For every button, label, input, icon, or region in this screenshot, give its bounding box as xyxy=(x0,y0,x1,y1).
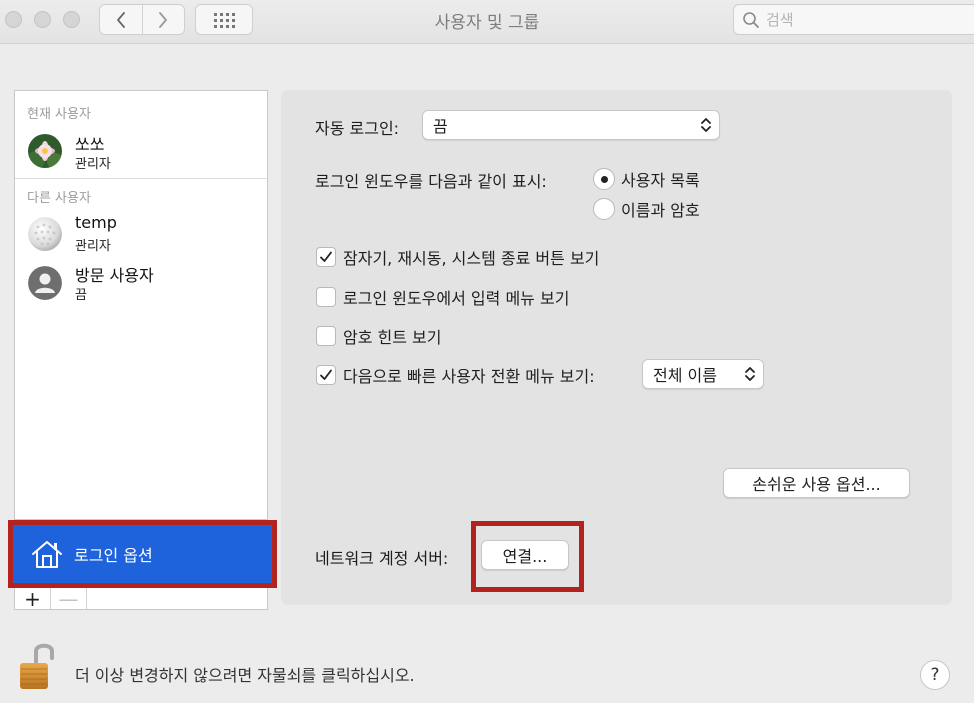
fast-switch-popup[interactable]: 전체 이름 xyxy=(642,359,764,389)
search-icon xyxy=(743,11,759,28)
user-row-guest[interactable]: 방문 사용자 끔 xyxy=(15,261,267,307)
grid-icon xyxy=(214,12,235,28)
checkbox-row-fast-user-switching[interactable]: 다음으로 빠른 사용자 전환 메뉴 보기: xyxy=(316,363,595,387)
up-down-chevron-icon xyxy=(701,118,711,132)
checkbox-label: 잠자기, 재시동, 시스템 종료 버튼 보기 xyxy=(343,249,600,268)
checkbox[interactable] xyxy=(316,287,336,307)
person-silhouette-avatar xyxy=(28,266,62,300)
auto-login-popup[interactable]: 끔 xyxy=(422,110,720,140)
user-role: 끔 xyxy=(75,288,87,303)
radio-button[interactable] xyxy=(593,168,615,190)
radio-label: 이름과 암호 xyxy=(621,201,700,220)
fast-switch-value: 전체 이름 xyxy=(653,366,717,385)
lock-message: 더 이상 변경하지 않으려면 자물쇠를 클릭하십시오. xyxy=(75,666,415,685)
checkbox[interactable] xyxy=(316,247,336,267)
sidebar-toolbar: + — xyxy=(14,588,268,610)
checkbox-row-password-hints[interactable]: 암호 힌트 보기 xyxy=(316,324,442,348)
navigation-buttons xyxy=(99,4,185,35)
current-users-heading: 현재 사용자 xyxy=(27,107,91,122)
radio-label: 사용자 목록 xyxy=(621,171,700,190)
lotus-flower-avatar xyxy=(28,134,62,168)
radio-user-list[interactable]: 사용자 목록 xyxy=(593,167,700,191)
connect-button-highlight xyxy=(471,521,584,592)
accessibility-options-button[interactable]: 손쉬운 사용 옵션... xyxy=(723,468,910,498)
checkbox-row-power-buttons[interactable]: 잠자기, 재시동, 시스템 종료 버튼 보기 xyxy=(316,245,599,269)
close-window-button[interactable] xyxy=(5,11,22,28)
user-role: 관리자 xyxy=(75,157,111,172)
chevron-right-icon xyxy=(159,11,168,28)
checkmark-icon xyxy=(320,251,332,262)
checkbox-label: 로그인 윈도우에서 입력 메뉴 보기 xyxy=(343,289,570,308)
login-options-label: 로그인 옵션 xyxy=(74,546,153,565)
forward-button[interactable] xyxy=(141,5,184,34)
user-role: 관리자 xyxy=(75,239,111,254)
radio-name-password[interactable]: 이름과 암호 xyxy=(593,197,700,221)
checkbox-label: 암호 힌트 보기 xyxy=(343,328,442,347)
login-options-highlight: 로그인 옵션 xyxy=(8,520,277,588)
remove-user-button[interactable]: — xyxy=(51,588,87,609)
help-button[interactable]: ? xyxy=(920,660,950,690)
login-options-item[interactable]: 로그인 옵션 xyxy=(13,525,272,583)
login-options-panel: 자동 로그인: 끔 로그인 윈도우를 다음과 같이 표시: 사용자 목록 이름과… xyxy=(281,90,952,605)
back-button[interactable] xyxy=(100,5,142,34)
checkbox-row-input-menu[interactable]: 로그인 윈도우에서 입력 메뉴 보기 xyxy=(316,285,569,309)
zoom-window-button[interactable] xyxy=(63,11,80,28)
checkbox-label: 다음으로 빠른 사용자 전환 메뉴 보기: xyxy=(343,367,595,386)
radio-selected-dot xyxy=(600,175,608,183)
checkbox[interactable] xyxy=(316,365,336,385)
users-sidebar: 현재 사용자 쏘쏘 관리자 다른 사용자 temp 관리자 방문 사용자 끔 xyxy=(14,90,268,520)
house-icon xyxy=(32,541,62,568)
other-users-heading: 다른 사용자 xyxy=(27,191,91,206)
up-down-chevron-icon xyxy=(745,367,755,381)
user-name: 방문 사용자 xyxy=(75,266,154,285)
network-server-label: 네트워크 계정 서버: xyxy=(315,549,449,568)
section-divider xyxy=(15,178,267,179)
search-input[interactable] xyxy=(766,10,966,29)
chevron-left-icon xyxy=(117,11,125,28)
radio-button[interactable] xyxy=(593,198,615,220)
unlocked-padlock-icon[interactable] xyxy=(18,641,58,691)
checkmark-icon xyxy=(320,369,332,380)
display-login-label: 로그인 윈도우를 다음과 같이 표시: xyxy=(315,172,547,191)
add-user-button[interactable]: + xyxy=(15,588,51,609)
user-name: temp xyxy=(75,213,117,232)
checkbox[interactable] xyxy=(316,326,336,346)
show-all-button[interactable] xyxy=(195,4,253,35)
user-row-temp[interactable]: temp 관리자 xyxy=(15,212,267,258)
auto-login-value: 끔 xyxy=(433,117,448,136)
title-bar: 사용자 및 그룹 xyxy=(0,0,974,44)
auto-login-label: 자동 로그인: xyxy=(315,119,400,138)
golf-ball-avatar xyxy=(28,217,62,251)
minimize-window-button[interactable] xyxy=(34,11,51,28)
user-row-current[interactable]: 쏘쏘 관리자 xyxy=(15,129,267,175)
user-name: 쏘쏘 xyxy=(75,135,105,154)
search-field[interactable] xyxy=(733,4,974,35)
